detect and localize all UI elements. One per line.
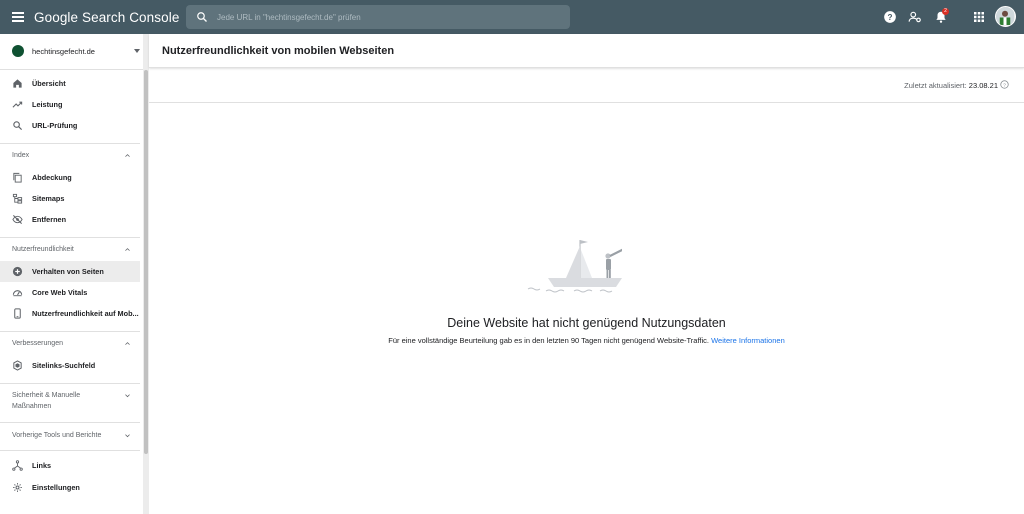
hamburger-menu-icon[interactable] — [12, 11, 24, 23]
learn-more-link[interactable]: Weitere Informationen — [711, 336, 785, 345]
svg-text:?: ? — [1003, 82, 1006, 88]
section-security-header[interactable]: Sicherheit & Manuelle Maßnahmen — [0, 390, 140, 414]
section-label: Sicherheit & Manuelle — [12, 392, 81, 399]
speedometer-icon — [12, 290, 23, 297]
avatar[interactable] — [995, 6, 1016, 27]
section-label-line2: Maßnahmen — [12, 403, 52, 410]
help-outline-icon[interactable]: ? — [1000, 80, 1009, 89]
section-label: Verbesserungen — [12, 340, 63, 347]
section-label: Nutzerfreundlichkeit — [12, 246, 74, 253]
sidebar-item-label: Leistung — [32, 100, 63, 109]
sitemap-icon — [12, 193, 23, 204]
sidebar-item-overview[interactable]: Übersicht — [0, 73, 140, 94]
sidebar-item-removals[interactable]: Entfernen — [0, 209, 140, 230]
coverage-icon — [13, 172, 22, 183]
site-favicon-icon — [12, 45, 24, 57]
sidebar-divider — [0, 450, 140, 451]
sidebar-item-performance[interactable]: Leistung — [0, 94, 140, 115]
sidebar-item-label: Core Web Vitals — [32, 288, 88, 297]
section-experience-header[interactable]: Nutzerfreundlichkeit — [0, 244, 140, 258]
app-logo[interactable]: Google Search Console — [34, 10, 179, 25]
report-status-bar: Zuletzt aktualisiert: 23.08.21 ? — [149, 68, 1024, 103]
removals-icon — [12, 214, 23, 225]
sitelinks-icon — [13, 360, 22, 371]
help-icon[interactable]: ? — [883, 10, 897, 24]
sidebar-item-label: Sitelinks-Suchfeld — [32, 361, 96, 370]
smartphone-icon — [14, 308, 21, 319]
section-enhancements-header[interactable]: Verbesserungen — [0, 338, 140, 352]
empty-state-message: Für eine vollständige Beurteilung gab es… — [388, 336, 709, 345]
sidebar-divider — [0, 237, 140, 238]
chevron-up-icon — [125, 154, 130, 157]
sidebar-item-mobile-usability[interactable]: Nutzerfreundlichkeit auf Mob... — [0, 303, 140, 324]
plus-circle-icon — [12, 266, 23, 277]
home-icon — [13, 79, 22, 88]
manage-users-icon[interactable] — [908, 10, 922, 24]
section-legacy-header[interactable]: Vorherige Tools und Berichte — [0, 430, 140, 444]
apps-grid-icon[interactable] — [973, 11, 985, 23]
section-label: Vorherige Tools und Berichte — [12, 432, 102, 439]
property-name: hechtinsgefecht.de — [32, 47, 95, 56]
search-input[interactable] — [217, 9, 557, 25]
empty-state-title: Deine Website hat nicht genügend Nutzung… — [447, 316, 726, 330]
links-icon — [12, 460, 23, 471]
sidebar-scrollbar-thumb[interactable] — [144, 70, 148, 454]
sidebar-item-settings[interactable]: Einstellungen — [0, 477, 140, 498]
sidebar-item-coverage[interactable]: Abdeckung — [0, 167, 140, 188]
empty-state-text: Für eine vollständige Beurteilung gab es… — [149, 336, 1024, 345]
sidebar-item-label: Entfernen — [32, 215, 67, 224]
sidebar-divider — [0, 143, 140, 144]
sidebar-item-label: Nutzerfreundlichkeit auf Mob... — [32, 309, 139, 318]
sidebar-item-url-inspection[interactable]: URL-Prüfung — [0, 115, 140, 136]
main-header: Nutzerfreundlichkeit von mobilen Webseit… — [149, 34, 1024, 68]
sidebar-item-label: Abdeckung — [32, 173, 72, 182]
sidebar-item-sitemaps[interactable]: Sitemaps — [0, 188, 140, 209]
sidebar-item-label: Übersicht — [32, 79, 66, 88]
url-inspection-search[interactable] — [186, 5, 570, 29]
last-updated-label: Zuletzt aktualisiert: — [904, 81, 967, 90]
sidebar-divider — [0, 331, 140, 332]
svg-text:?: ? — [888, 13, 893, 22]
notification-count-badge: 2 — [942, 8, 949, 15]
chevron-up-icon — [125, 248, 130, 251]
sidebar-item-sitelinks-searchbox[interactable]: Sitelinks-Suchfeld — [0, 355, 140, 376]
section-index-header[interactable]: Index — [0, 150, 140, 164]
last-updated: Zuletzt aktualisiert: 23.08.21 — [904, 81, 998, 90]
sidebar-divider — [0, 383, 140, 384]
chevron-up-icon — [125, 342, 130, 345]
trending-up-icon — [12, 101, 23, 108]
top-app-bar: Google Search Console ? 2 — [0, 0, 1024, 34]
sidebar-divider — [0, 422, 140, 423]
sidebar-item-label: Einstellungen — [32, 483, 80, 492]
section-label: Index — [12, 152, 30, 159]
boat-telescope-illustration — [527, 240, 622, 293]
chevron-down-icon — [125, 434, 130, 438]
search-icon — [13, 121, 23, 131]
search-icon — [197, 12, 207, 22]
chevron-down-icon — [125, 394, 130, 398]
settings-icon — [13, 483, 22, 492]
sidebar-item-label: Verhalten von Seiten — [32, 267, 104, 276]
caret-down-icon — [134, 49, 140, 53]
page-title: Nutzerfreundlichkeit von mobilen Webseit… — [162, 45, 395, 57]
sidebar-item-links[interactable]: Links — [0, 455, 140, 476]
sidebar-item-label: Links — [32, 461, 52, 470]
last-updated-date: 23.08.21 — [968, 81, 998, 90]
avatar-image — [996, 7, 1014, 25]
sidebar-item-page-experience[interactable]: Verhalten von Seiten — [0, 261, 140, 282]
sidebar-item-label: URL-Prüfung — [32, 121, 78, 130]
sidebar-item-core-web-vitals[interactable]: Core Web Vitals — [0, 282, 140, 303]
sidebar: hechtinsgefecht.de Übersicht Leistung UR… — [0, 34, 148, 514]
sidebar-item-label: Sitemaps — [32, 194, 65, 203]
property-selector[interactable]: hechtinsgefecht.de — [0, 34, 148, 70]
